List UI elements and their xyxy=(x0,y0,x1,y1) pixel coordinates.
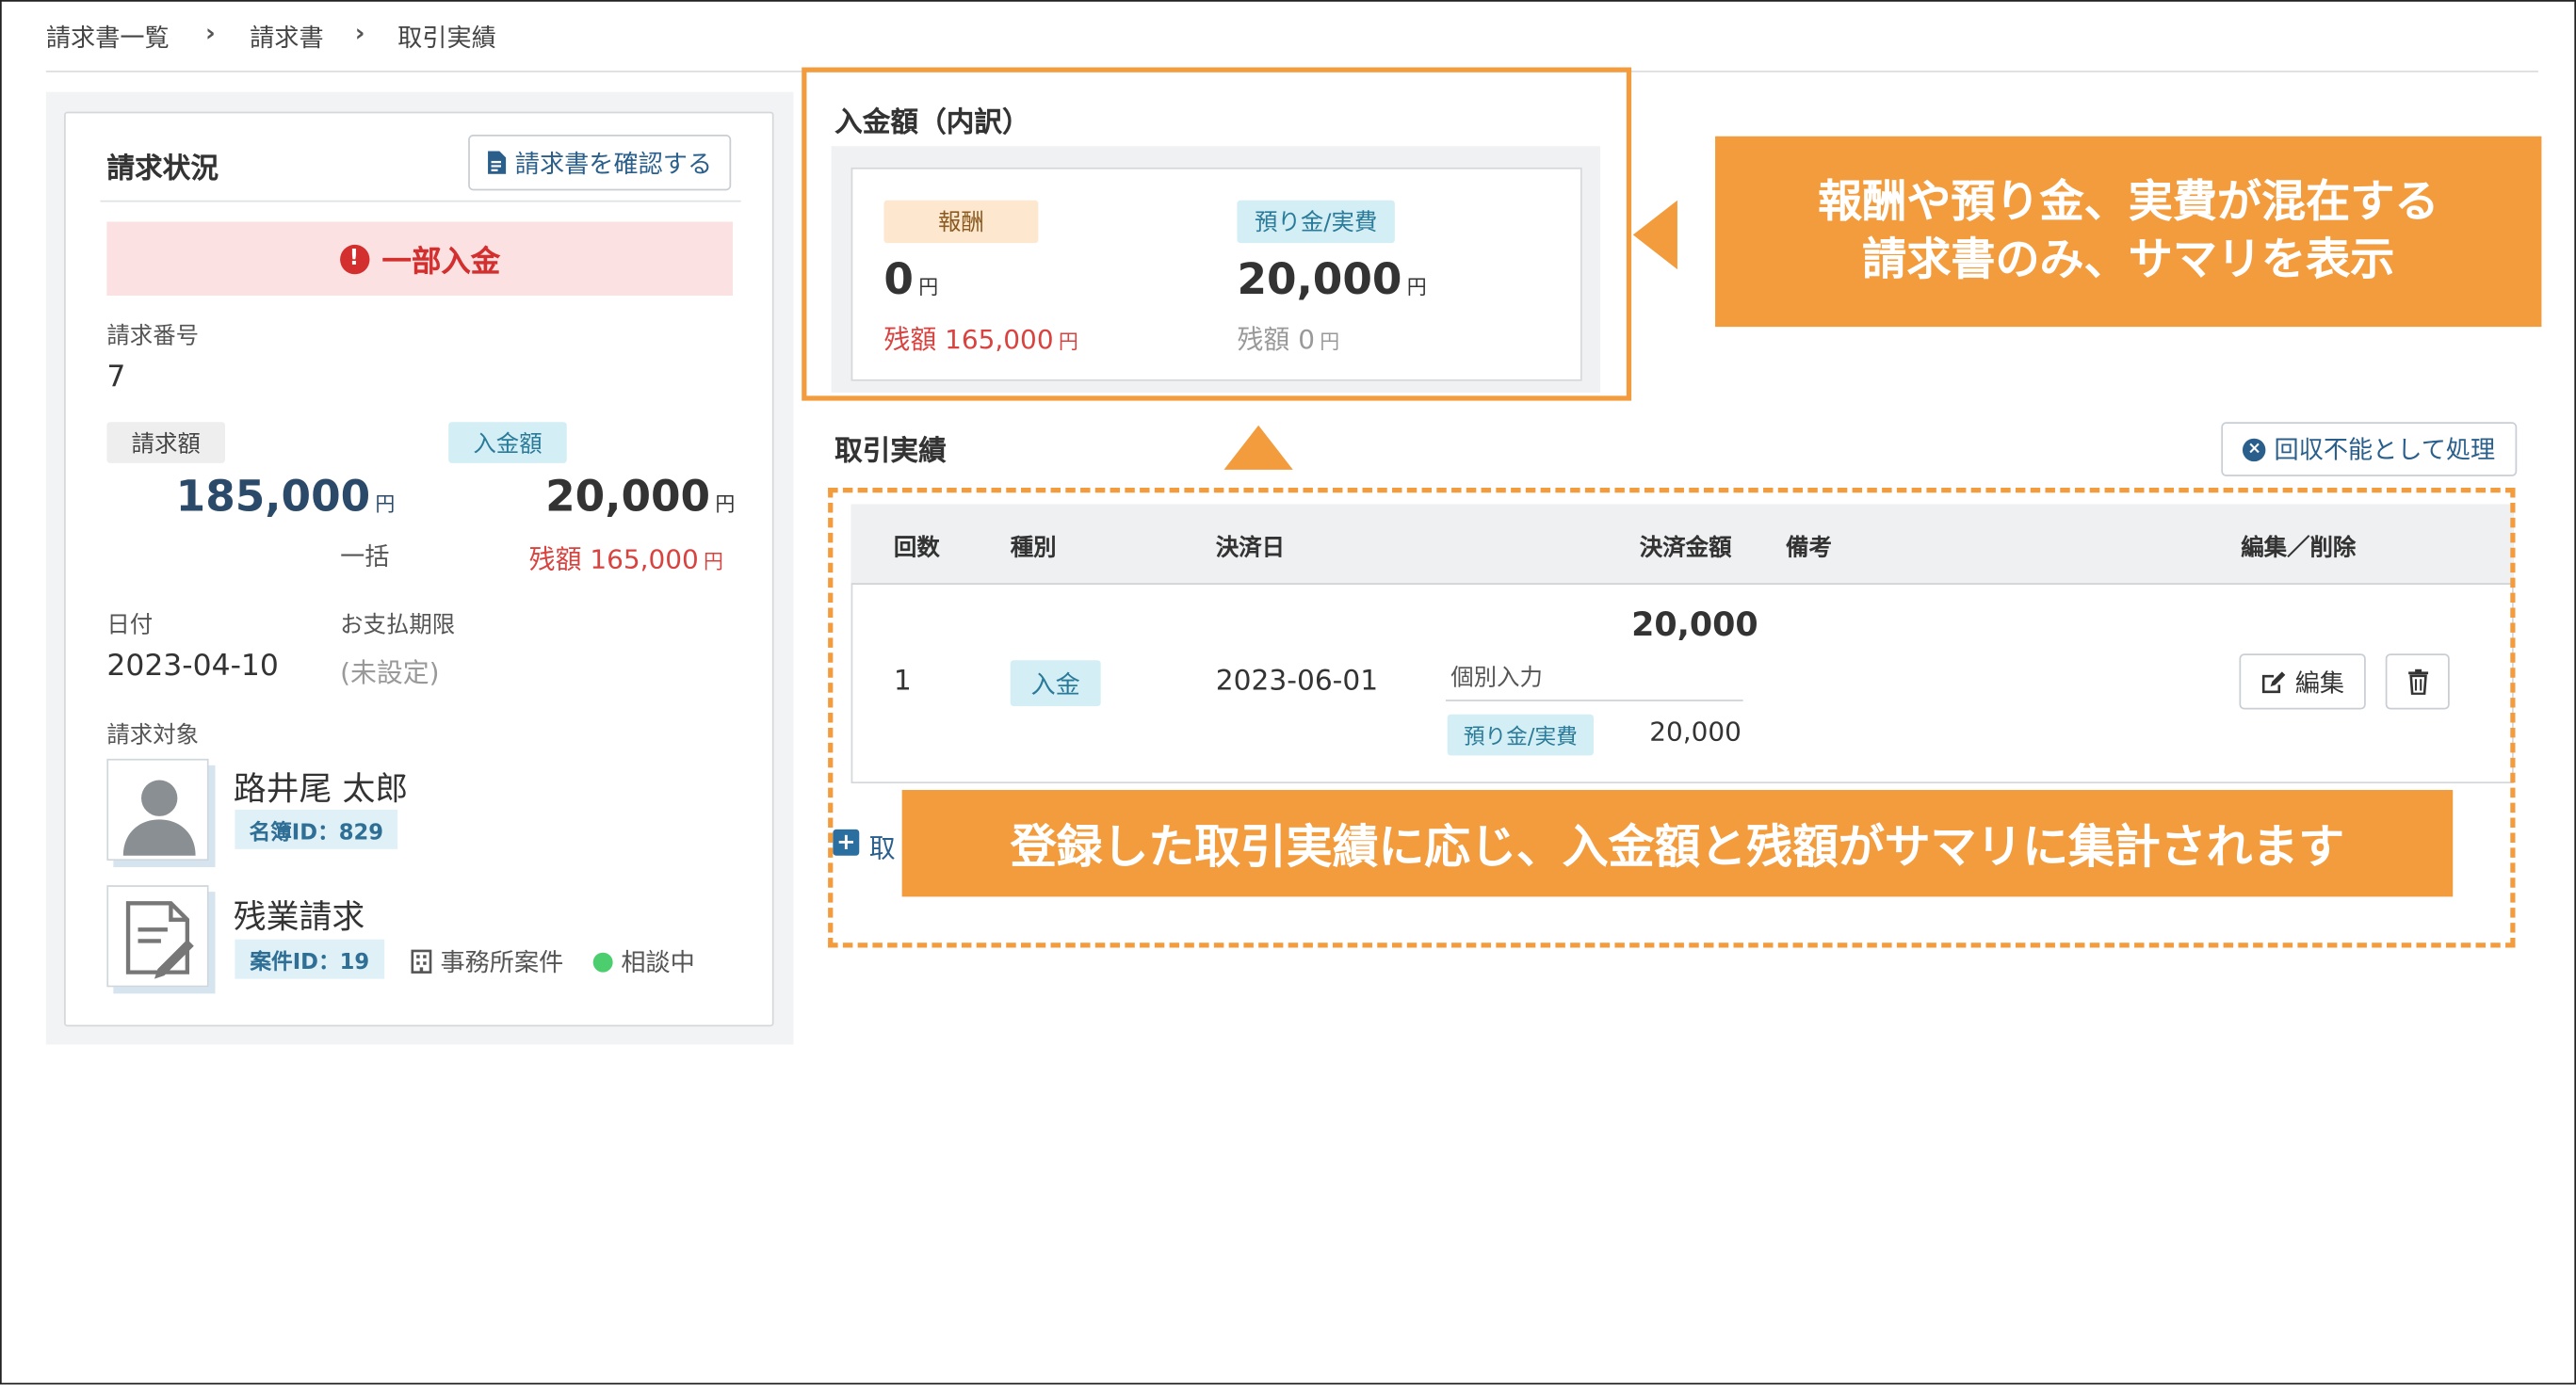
case-avatar xyxy=(106,885,209,988)
mark-uncollectible-label: 回収不能として処理 xyxy=(2274,435,2496,465)
breadcrumb-invoice-list[interactable]: 請求書一覧 xyxy=(46,20,170,55)
invoice-number-label: 請求番号 xyxy=(106,323,200,350)
fee-remaining: 残額 165,000 円 xyxy=(883,323,1078,355)
exclamation-icon: ! xyxy=(339,244,369,274)
breadcrumb-transactions: 取引実績 xyxy=(397,23,496,53)
confirm-invoice-button[interactable]: 請求書を確認する xyxy=(468,135,732,191)
person-avatar xyxy=(106,758,209,862)
date-value: 2023-04-10 xyxy=(106,648,279,684)
mark-uncollectible-button[interactable]: × 回収不能として処理 xyxy=(2221,422,2518,476)
close-circle-icon: × xyxy=(2243,437,2266,461)
breadcrumb-invoice[interactable]: 請求書 xyxy=(250,20,324,55)
billed-amount: 185,000 円 xyxy=(175,473,396,523)
case-id-tag: 案件ID：19 xyxy=(235,939,385,979)
person-id-tag: 名簿ID：829 xyxy=(235,809,398,849)
invoice-number-value: 7 xyxy=(106,360,126,395)
card-divider xyxy=(100,200,741,202)
person-icon xyxy=(108,760,207,860)
paid-amount: 20,000 円 xyxy=(545,473,736,523)
person-name[interactable]: 路井尾 太郎 xyxy=(234,762,409,810)
callout-arrow-left xyxy=(1632,200,1677,270)
fee-amount: 0円 xyxy=(883,256,939,306)
callout-arrow-up xyxy=(1223,425,1293,470)
billed-amount-tag: 請求額 xyxy=(106,422,225,463)
status-dot-icon xyxy=(592,951,613,972)
status-alert: ! 一部入金 xyxy=(106,221,733,296)
invoice-status-title: 請求状況 xyxy=(106,153,219,186)
due-date-label: お支払期限 xyxy=(340,612,456,639)
billing-target-label: 請求対象 xyxy=(106,722,200,749)
document-icon xyxy=(488,151,508,174)
deposit-remaining: 残額 0円 xyxy=(1237,323,1340,355)
table-callout: 登録した取引実績に応じ、入金額と残額がサマリに集計されます xyxy=(901,790,2454,897)
summary-title: 入金額（内訳） xyxy=(834,106,1030,140)
billing-method: 一括 xyxy=(340,541,390,572)
fee-tag: 報酬 xyxy=(883,200,1039,244)
transactions-title: 取引実績 xyxy=(834,435,947,469)
deposit-tag: 預り金/実費 xyxy=(1237,200,1395,244)
date-label: 日付 xyxy=(106,612,154,639)
remaining-amount: 残額 165,000 円 xyxy=(528,543,724,575)
deposit-amount: 20,000 円 xyxy=(1237,256,1427,306)
breadcrumb-separator: › xyxy=(354,18,365,48)
building-icon xyxy=(411,949,432,974)
case-office: 事務所案件 xyxy=(411,944,563,979)
breadcrumb-separator: › xyxy=(205,18,216,48)
paid-amount-tag: 入金額 xyxy=(448,422,567,463)
case-name[interactable]: 残業請求 xyxy=(234,890,365,938)
due-date-value: (未設定) xyxy=(340,656,440,688)
case-status: 相談中 xyxy=(592,944,695,979)
document-edit-icon xyxy=(108,886,207,986)
confirm-invoice-label: 請求書を確認する xyxy=(514,148,713,179)
status-text: 一部入金 xyxy=(381,244,501,279)
app-window: 請求書一覧 › 請求書 › 取引実績 請求状況 請求書を確認する ! 一部入金 … xyxy=(0,0,2576,1385)
summary-callout: 報酬や預り金、実費が混在する 請求書のみ、サマリを表示 xyxy=(1715,136,2542,328)
